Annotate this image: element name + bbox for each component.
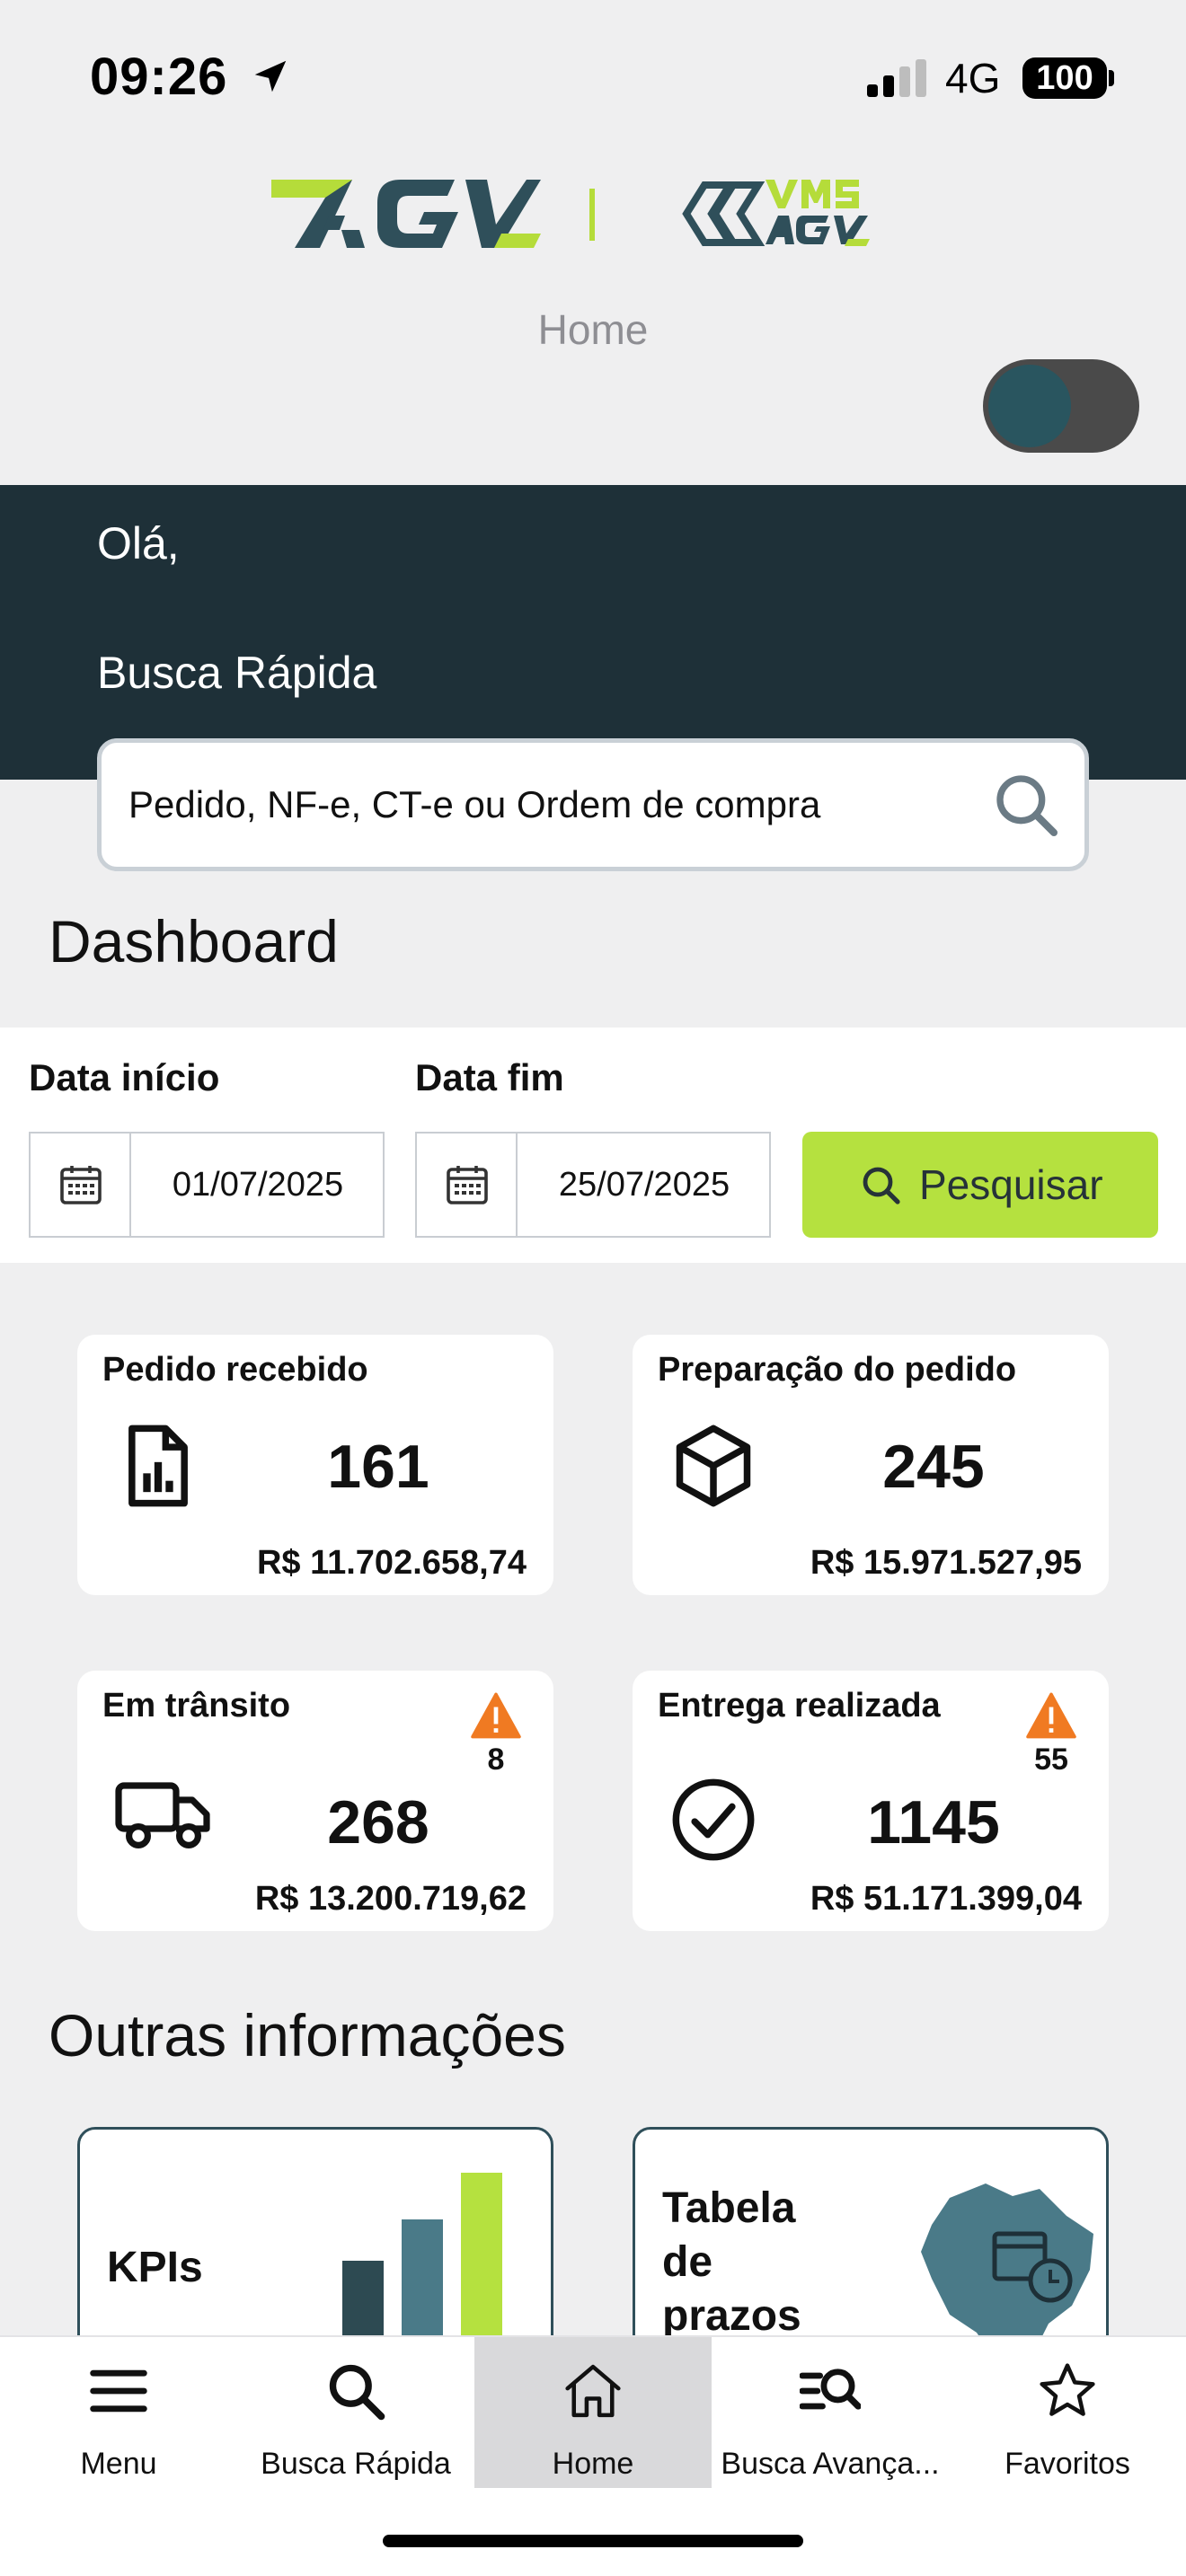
start-date-calendar[interactable] [31,1134,131,1236]
document-chart-icon [128,1425,188,1507]
location-arrow-icon [254,60,287,93]
page-title: Home [537,306,649,353]
quick-search-label: Busca Rápida [97,648,377,698]
card-count: 161 [327,1433,429,1501]
kpis-title: KPIs [107,2244,203,2291]
pesquisar-button[interactable]: Pesquisar [802,1132,1158,1238]
theme-toggle[interactable] [983,359,1139,453]
card-title: Pedido recebido [102,1351,368,1389]
warning-icon [1026,1692,1076,1739]
toggle-knob [988,365,1071,447]
calendar-icon [60,1166,102,1204]
end-date-calendar[interactable] [417,1134,518,1236]
network-type: 4G [945,55,1001,101]
end-date-value: 25/07/2025 [558,1166,730,1204]
card-amount: R$ 15.971.527,95 [810,1544,1082,1582]
hamburger-icon [90,2369,147,2413]
card-count: 268 [327,1788,429,1857]
card-amount: R$ 51.171.399,04 [810,1880,1082,1918]
tabela-prazos-line-1: Tabela [662,2184,796,2232]
card-amount: R$ 11.702.658,74 [256,1544,527,1582]
nav-menu[interactable]: Menu [0,2337,237,2488]
start-date-field[interactable]: 01/07/2025 [29,1132,385,1238]
card-title: Em trânsito [102,1687,291,1725]
home-indicator [383,2535,803,2547]
nav-home[interactable]: Home [474,2337,712,2488]
end-date-label: Data fim [415,1056,564,1098]
signal-icon [867,59,926,97]
transit-alert[interactable]: 8 [469,1692,523,1778]
start-date-value: 01/07/2025 [172,1166,344,1204]
card-title: Preparação do pedido [658,1351,1017,1389]
bar-chart-icon [342,2173,502,2351]
star-icon [1040,2363,1095,2416]
nav-label: Home [552,2447,634,2481]
card-preparacao-pedido[interactable]: Preparação do pedido 245 R$ 15.971.527,9… [633,1335,1109,1595]
hero-banner: Olá, Busca Rápida [0,485,1186,780]
card-amount: R$ 13.200.719,62 [254,1880,527,1918]
agv-logo [271,180,541,248]
card-title: Entrega realizada [658,1687,941,1725]
delivery-alert[interactable]: 55 [1024,1692,1078,1778]
alert-count: 55 [1034,1742,1068,1777]
end-date-field[interactable]: 25/07/2025 [415,1132,771,1238]
search-icon[interactable] [991,770,1063,842]
advanced-search-icon [800,2369,861,2410]
battery-level: 100 [1036,59,1093,97]
vms-agv-logo [682,180,870,246]
status-time: 09:26 [90,48,228,106]
nav-label: Favoritos [1005,2447,1130,2481]
card-pedido-recebido[interactable]: Pedido recebido 161 R$ 11.702.658,74 [77,1335,553,1595]
pesquisar-label: Pesquisar [919,1161,1103,1208]
warning-icon [471,1692,521,1739]
alert-count: 8 [487,1742,505,1777]
battery-icon: 100 [1022,57,1107,99]
status-bar: 09:26 4G 100 [0,0,1186,162]
nav-busca-rapida[interactable]: Busca Rápida [237,2337,474,2488]
search-icon [863,1167,900,1204]
dashboard-title: Dashboard [49,908,339,975]
greeting: Olá, [97,518,180,569]
box-icon [676,1425,751,1507]
nav-label: Menu [80,2447,157,2481]
check-circle-icon [672,1778,755,1861]
search-icon [329,2364,385,2421]
tabela-prazos-line-2: de [662,2238,713,2286]
card-count: 1145 [867,1788,1000,1857]
truck-icon [115,1782,210,1848]
quick-search-input[interactable] [128,743,991,867]
home-icon [565,2364,621,2418]
card-count: 245 [882,1433,985,1501]
nav-label: Busca Avança... [721,2447,940,2481]
calendar-icon [447,1166,488,1204]
other-info-title: Outras informações [49,2002,566,2069]
logo-area [0,162,1186,269]
card-entrega-realizada[interactable]: Entrega realizada 55 1145 R$ 51.171.399,… [633,1671,1109,1931]
nav-label: Busca Rápida [261,2447,451,2481]
card-em-transito[interactable]: Em trânsito 8 268 R$ 13.200.719,62 [77,1671,553,1931]
start-date-label: Data início [29,1056,220,1098]
nav-favoritos[interactable]: Favoritos [949,2337,1186,2488]
quick-search-box [97,738,1089,871]
battery-tip [1109,70,1114,86]
nav-busca-avancada[interactable]: Busca Avança... [712,2337,949,2488]
date-filter-panel: Data início Data fim 01/07/2025 25/07/20… [0,1028,1186,1263]
logo-divider [589,189,595,241]
